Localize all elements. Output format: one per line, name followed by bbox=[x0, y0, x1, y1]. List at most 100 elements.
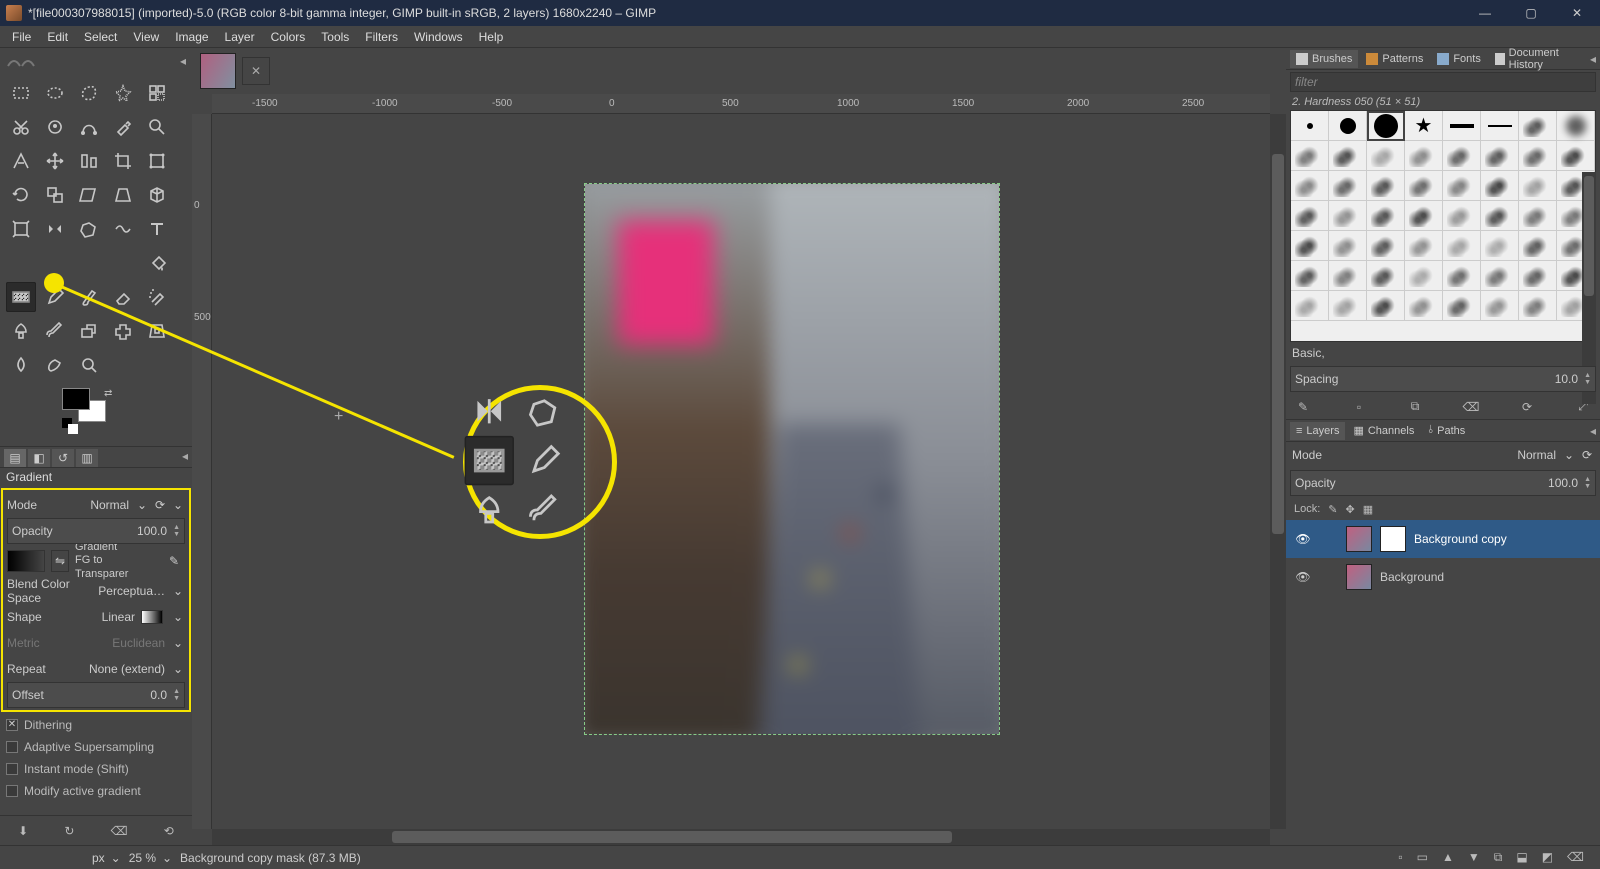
brush-cell[interactable] bbox=[1329, 141, 1367, 171]
lower-layer-icon[interactable]: ▼ bbox=[1468, 850, 1480, 865]
repeat-row[interactable]: Repeat None (extend) ⌄ bbox=[7, 656, 185, 682]
clone-tool[interactable] bbox=[74, 316, 104, 346]
visibility-icon[interactable]: 👁 bbox=[1294, 532, 1312, 546]
brush-cell[interactable] bbox=[1557, 141, 1595, 171]
mode-switch-icon[interactable]: ⟳ bbox=[1580, 448, 1594, 462]
paths-tool[interactable] bbox=[74, 112, 104, 142]
menu-help[interactable]: Help bbox=[471, 30, 512, 44]
scrollbar-thumb[interactable] bbox=[392, 831, 952, 843]
dodge-burn-tool[interactable] bbox=[74, 350, 104, 380]
brush-cell[interactable] bbox=[1405, 231, 1443, 261]
ellipse-select-tool[interactable] bbox=[40, 78, 70, 108]
brush-cell[interactable] bbox=[1519, 201, 1557, 231]
fonts-tab[interactable]: Fonts bbox=[1431, 50, 1487, 68]
gradient-preview[interactable] bbox=[7, 550, 45, 572]
layer-row-background-copy[interactable]: 👁 Background copy bbox=[1286, 520, 1600, 558]
brush-cell[interactable] bbox=[1481, 231, 1519, 261]
brush-cell[interactable] bbox=[1367, 171, 1405, 201]
brush-cell[interactable] bbox=[1443, 231, 1481, 261]
layer-thumbnail[interactable] bbox=[1346, 564, 1372, 590]
canvas-image[interactable] bbox=[585, 184, 999, 734]
blend-row[interactable]: Blend Color Space Perceptua… ⌄ bbox=[7, 578, 185, 604]
channels-tab[interactable]: ▦Channels bbox=[1347, 422, 1420, 440]
opacity-row[interactable]: Opacity 100.0 ▲▼ bbox=[7, 518, 185, 544]
menu-layer[interactable]: Layer bbox=[217, 30, 263, 44]
window-close-button[interactable]: ✕ bbox=[1554, 0, 1600, 26]
menu-colors[interactable]: Colors bbox=[263, 30, 314, 44]
brush-cell[interactable] bbox=[1367, 231, 1405, 261]
window-minimize-button[interactable]: — bbox=[1462, 0, 1508, 26]
swap-colors-icon[interactable]: ⇄ bbox=[104, 388, 112, 399]
brush-cell[interactable] bbox=[1329, 111, 1367, 141]
brush-cell[interactable] bbox=[1367, 201, 1405, 231]
brush-cell[interactable] bbox=[1443, 141, 1481, 171]
merge-down-icon[interactable]: ⬓ bbox=[1516, 850, 1527, 865]
delete-options-icon[interactable]: ⌫ bbox=[111, 824, 128, 838]
panel-menu-icon[interactable]: ◂ bbox=[1590, 424, 1596, 438]
offset-row[interactable]: Offset 0.0 ▲▼ bbox=[7, 682, 185, 708]
brush-cell[interactable] bbox=[1481, 171, 1519, 201]
chevron-down-icon[interactable]: ⌄ bbox=[171, 610, 185, 624]
brush-cell[interactable] bbox=[1481, 201, 1519, 231]
menu-windows[interactable]: Windows bbox=[406, 30, 471, 44]
bucket-fill-tool[interactable] bbox=[142, 248, 172, 278]
brush-cell[interactable] bbox=[1367, 291, 1405, 321]
layer-opacity-row[interactable]: Opacity 100.0 ▲▼ bbox=[1290, 470, 1596, 496]
brush-category-row[interactable]: Basic, ⌄ bbox=[1286, 342, 1600, 364]
brush-cell[interactable] bbox=[1443, 291, 1481, 321]
layer-mask-thumbnail[interactable] bbox=[1380, 526, 1406, 552]
scissors-tool[interactable] bbox=[6, 112, 36, 142]
brush-cell[interactable] bbox=[1405, 261, 1443, 291]
chevron-down-icon[interactable]: ⌄ bbox=[171, 498, 185, 512]
dithering-check[interactable]: Dithering bbox=[0, 714, 192, 736]
3d-transform-tool[interactable] bbox=[142, 180, 172, 210]
checkbox-icon[interactable] bbox=[6, 763, 18, 775]
horizontal-ruler[interactable]: -1500 -1000 -500 0 500 1000 1500 2000 25… bbox=[212, 94, 1270, 114]
chevron-down-icon[interactable]: ⌄ bbox=[171, 662, 185, 676]
chevron-down-icon[interactable]: ⌄ bbox=[160, 851, 174, 865]
brush-cell[interactable] bbox=[1519, 141, 1557, 171]
brush-cell[interactable] bbox=[1405, 141, 1443, 171]
restore-options-icon[interactable]: ↻ bbox=[64, 824, 74, 838]
image-tab-thumbnail[interactable] bbox=[200, 53, 236, 89]
brush-cell[interactable] bbox=[1405, 201, 1443, 231]
brush-cell[interactable] bbox=[1291, 141, 1329, 171]
flip-tool[interactable] bbox=[40, 214, 70, 244]
rect-select-tool[interactable] bbox=[6, 78, 36, 108]
rotate-tool[interactable] bbox=[6, 180, 36, 210]
horizontal-scrollbar[interactable] bbox=[212, 829, 1270, 845]
gradient-edit-button[interactable]: ✎ bbox=[163, 550, 185, 572]
duplicate-layer-icon[interactable]: ⧉ bbox=[1494, 850, 1503, 865]
reset-options-icon[interactable]: ⟲ bbox=[164, 824, 174, 838]
modify-check[interactable]: Modify active gradient bbox=[0, 780, 192, 802]
scrollbar-thumb[interactable] bbox=[1584, 176, 1594, 296]
menu-view[interactable]: View bbox=[125, 30, 167, 44]
brush-filter-input[interactable]: filter bbox=[1290, 72, 1596, 92]
delete-layer-icon[interactable]: ⌫ bbox=[1567, 850, 1584, 865]
brush-grid[interactable]: ★ bbox=[1290, 110, 1596, 342]
menu-image[interactable]: Image bbox=[167, 30, 216, 44]
brush-cell[interactable] bbox=[1291, 171, 1329, 201]
images-tab[interactable]: ▥ bbox=[76, 449, 98, 467]
unified-transform-tool[interactable] bbox=[142, 146, 172, 176]
brush-cell[interactable] bbox=[1329, 231, 1367, 261]
chevron-down-icon[interactable]: ⌄ bbox=[1562, 448, 1576, 462]
smudge-tool[interactable] bbox=[40, 350, 70, 380]
brush-cell[interactable] bbox=[1291, 261, 1329, 291]
color-swatch[interactable]: ⇄ bbox=[62, 388, 192, 442]
image-tab-close-button[interactable]: ✕ bbox=[242, 57, 270, 85]
lock-pixels-icon[interactable]: ✎ bbox=[1328, 503, 1337, 516]
brush-cell[interactable] bbox=[1367, 111, 1405, 141]
layer-mode-row[interactable]: Mode Normal ⌄ ⟳ bbox=[1286, 442, 1600, 468]
color-picker-tool[interactable] bbox=[108, 112, 138, 142]
menu-filters[interactable]: Filters bbox=[357, 30, 406, 44]
brush-cell[interactable] bbox=[1481, 111, 1519, 141]
brush-cell[interactable] bbox=[1519, 231, 1557, 261]
brush-cell[interactable] bbox=[1443, 261, 1481, 291]
move-tool[interactable] bbox=[40, 146, 70, 176]
brush-cell[interactable] bbox=[1367, 141, 1405, 171]
brush-cell[interactable] bbox=[1443, 111, 1481, 141]
spacing-spinner[interactable]: ▲▼ bbox=[1584, 372, 1591, 386]
lock-alpha-icon[interactable]: ▦ bbox=[1363, 503, 1373, 516]
panel-menu-icon[interactable]: ◂ bbox=[1590, 52, 1596, 66]
